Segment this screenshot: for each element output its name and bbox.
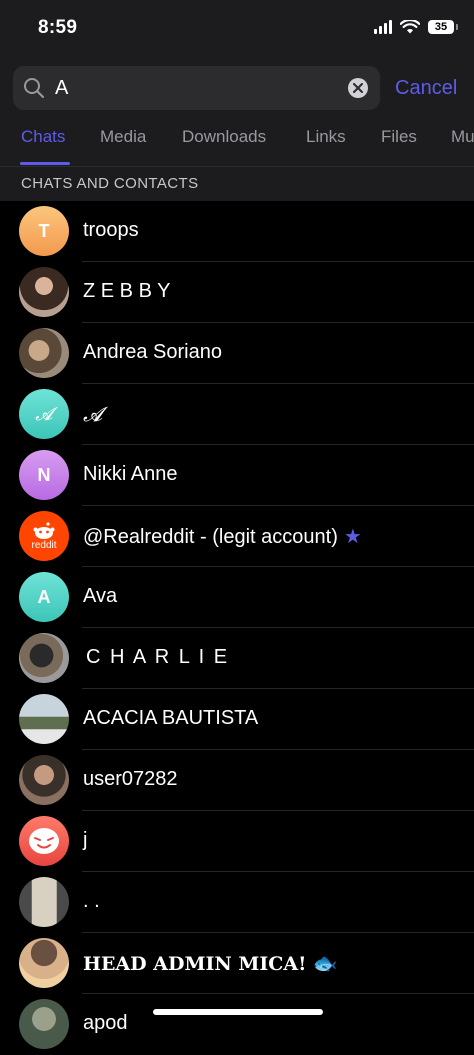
list-item[interactable]: Andrea Soriano (0, 323, 474, 384)
contact-name: @Realreddit - (legit account) ★ (83, 526, 362, 548)
list-item[interactable]: ACACIA BAUTISTA (0, 689, 474, 750)
contact-name: Andrea Soriano (83, 341, 222, 363)
list-item[interactable]: Z E B B Y (0, 262, 474, 323)
contact-name: Ava (83, 585, 118, 607)
battery-icon: 35 (428, 20, 458, 34)
list-item[interactable]: reddit @Realreddit - (legit account) ★ (0, 506, 474, 567)
search-icon (24, 78, 45, 99)
contact-name: HEAD ADMIN MICA! 🐟 (83, 951, 338, 975)
home-indicator[interactable] (153, 1009, 323, 1015)
avatar: A (19, 572, 69, 622)
contact-name: ACACIA BAUTISTA (83, 707, 259, 729)
list-item[interactable]: . . (0, 872, 474, 933)
contact-name: 𝓐 (83, 402, 103, 426)
search-bar: Cancel (0, 58, 474, 116)
avatar (19, 633, 69, 683)
search-field[interactable] (13, 66, 380, 110)
tab-media[interactable]: Media (100, 127, 146, 147)
premium-star-icon: ★ (343, 526, 362, 548)
search-input[interactable] (55, 66, 335, 110)
contact-name: apod (83, 1012, 128, 1034)
contact-name: Z E B B Y (83, 280, 171, 302)
tab-chats[interactable]: Chats (21, 127, 65, 147)
status-time: 8:59 (38, 17, 78, 38)
search-tabs: Chats Media Downloads Links Files Mu (0, 116, 474, 167)
avatar: T (19, 206, 69, 256)
contact-name: . . (83, 890, 100, 912)
list-item[interactable]: 𝓐 𝓐 (0, 384, 474, 445)
cellular-signal-icon (374, 20, 392, 34)
tab-links[interactable]: Links (306, 127, 346, 147)
status-bar: 8:59 35 (0, 0, 474, 58)
active-tab-indicator (20, 162, 70, 165)
fish-emoji-icon: 🐟 (312, 951, 338, 975)
avatar (19, 816, 69, 866)
avatar (19, 267, 69, 317)
contact-name: Nikki Anne (83, 463, 178, 485)
avatar: N (19, 450, 69, 500)
avatar (19, 755, 69, 805)
list-item[interactable]: N Nikki Anne (0, 445, 474, 506)
cartoon-face-icon (29, 828, 59, 854)
tab-downloads[interactable]: Downloads (182, 127, 266, 147)
list-item[interactable]: j (0, 811, 474, 872)
contact-name: troops (83, 219, 139, 241)
section-header-label: CHATS AND CONTACTS (21, 175, 199, 192)
list-item[interactable]: HEAD ADMIN MICA! 🐟 (0, 933, 474, 994)
list-item[interactable]: user07282 (0, 750, 474, 811)
list-item[interactable]: T troops (0, 201, 474, 262)
reddit-alien-icon (33, 521, 55, 539)
avatar (19, 938, 69, 988)
tab-files[interactable]: Files (381, 127, 417, 147)
contact-name: C H A R L I E (86, 646, 230, 668)
clear-search-icon[interactable] (348, 78, 368, 98)
avatar (19, 999, 69, 1049)
avatar (19, 877, 69, 927)
avatar: 𝓐 (19, 389, 69, 439)
contact-name: user07282 (83, 768, 178, 790)
avatar (19, 694, 69, 744)
status-icons: 35 (374, 20, 458, 34)
list-item[interactable]: A Ava (0, 567, 474, 628)
section-header: CHATS AND CONTACTS (0, 167, 474, 201)
reddit-logo-avatar: reddit (19, 511, 69, 561)
avatar (19, 328, 69, 378)
tab-music[interactable]: Mu (451, 127, 474, 147)
cancel-button[interactable]: Cancel (395, 77, 457, 100)
contact-name: j (83, 829, 88, 851)
wifi-icon (400, 20, 420, 34)
list-item[interactable]: C H A R L I E (0, 628, 474, 689)
list-item[interactable]: apod (0, 994, 474, 1055)
